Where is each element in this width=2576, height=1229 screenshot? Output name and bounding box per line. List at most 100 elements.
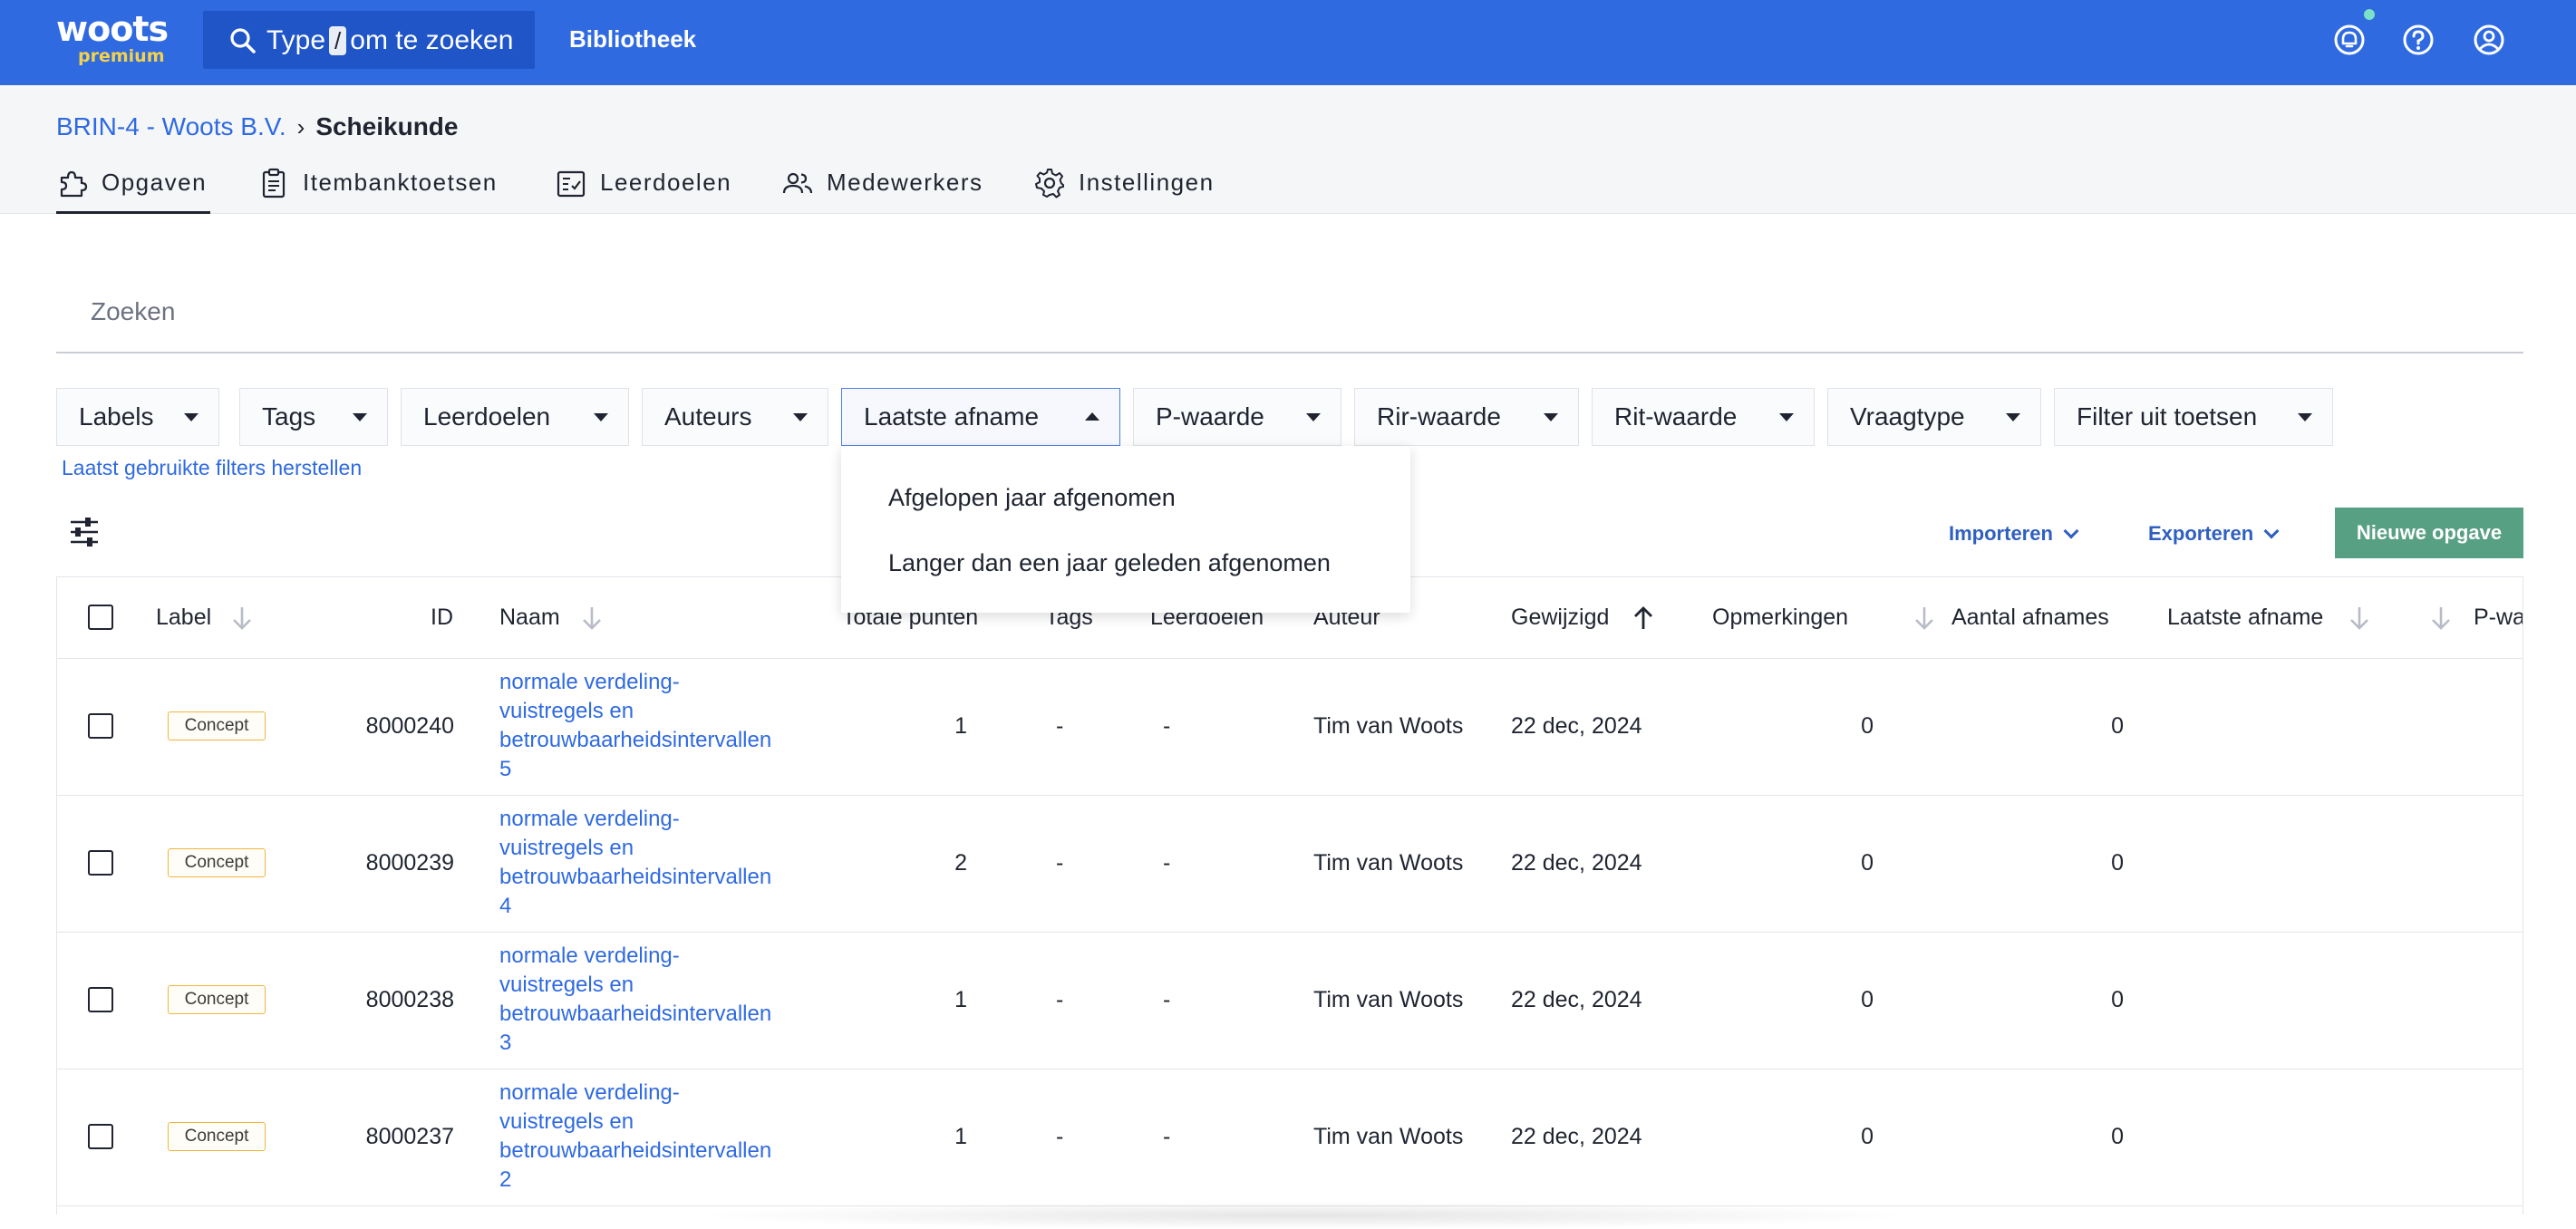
row-name-line: normale verdeling-: [499, 670, 680, 694]
row-name-link[interactable]: normale verdeling- vuistregels en betrou…: [499, 668, 771, 784]
filter-laatste-afname[interactable]: Laatste afname: [841, 388, 1120, 446]
caret-down-icon: [2006, 413, 2020, 421]
row-name-line: normale verdeling-: [499, 807, 680, 831]
column-settings-icon[interactable]: [67, 515, 102, 549]
row-modified: 22 dec, 2024: [1511, 987, 1642, 1012]
row-checkbox[interactable]: [88, 987, 113, 1012]
row-checkbox[interactable]: [88, 713, 113, 739]
filter-rit-waarde[interactable]: Rit-waarde: [1592, 388, 1815, 446]
row-goals: -: [1163, 1124, 1171, 1149]
sort-down-icon[interactable]: [231, 605, 253, 632]
dropdown-option-older-than-year[interactable]: Langer dan een jaar geleden afgenomen: [888, 547, 1331, 578]
row-author: Tim van Woots: [1313, 850, 1464, 876]
row-checkbox[interactable]: [88, 850, 113, 876]
row-name-link[interactable]: normale verdeling- vuistregels en betrou…: [499, 1079, 771, 1195]
row-name-line: 3: [499, 1031, 512, 1055]
filter-tags[interactable]: Tags: [239, 388, 388, 446]
status-badge: Concept: [168, 1122, 266, 1151]
row-name-line: normale verdeling-: [499, 1080, 680, 1105]
checklist-icon: [557, 170, 586, 198]
search-hint: Type / om te zoeken: [266, 25, 513, 56]
caret-down-icon: [1779, 413, 1794, 421]
status-badge: Concept: [168, 711, 266, 740]
row-id: 8000238: [365, 987, 454, 1012]
table-row[interactable]: Concept 8000239 normale verdeling- vuist…: [57, 796, 2523, 933]
logo-subtext: premium: [78, 46, 165, 66]
row-points: 1: [954, 987, 967, 1012]
sort-down-icon[interactable]: [581, 605, 603, 632]
column-header-attempts[interactable]: Aantal afnames: [1951, 603, 2109, 632]
row-id: 8000237: [365, 1124, 454, 1149]
questions-table: Label ID Naam Totale punten Tags Leerdoe…: [56, 576, 2523, 1214]
row-name-link[interactable]: normale verdeling- vuistregels en betrou…: [499, 805, 771, 921]
select-all-checkbox[interactable]: [88, 605, 113, 630]
people-icon: [782, 172, 813, 194]
search-hint-prefix: Type: [266, 25, 326, 55]
tab-label: Instellingen: [1079, 169, 1215, 196]
column-header-name[interactable]: Naam: [499, 603, 560, 632]
row-attempts: 0: [2111, 1124, 2124, 1149]
filter-vraagtype[interactable]: Vraagtype: [1827, 388, 2041, 446]
filter-label: Laatste afname: [864, 402, 1040, 431]
row-name-link[interactable]: normale verdeling- vuistregels en betrou…: [499, 942, 771, 1058]
sort-up-icon[interactable]: [1632, 605, 1654, 632]
tab-label: Opgaven: [102, 169, 208, 196]
account-icon[interactable]: [2467, 18, 2511, 62]
table-row[interactable]: Concept 8000238 normale verdeling- vuist…: [57, 933, 2523, 1069]
sort-down-icon[interactable]: [1913, 605, 1935, 632]
column-header-label[interactable]: Label: [156, 603, 211, 632]
tab-instellingen[interactable]: Instellingen: [1033, 167, 1242, 214]
column-header-remarks[interactable]: Opmerkingen: [1712, 603, 1848, 632]
sort-down-icon[interactable]: [2348, 605, 2370, 632]
tab-opgaven[interactable]: Opgaven: [56, 167, 210, 214]
filter-labels[interactable]: Labels: [56, 388, 219, 446]
help-icon[interactable]: [2397, 18, 2440, 62]
column-header-id[interactable]: ID: [431, 603, 453, 632]
table-row[interactable]: Concept 8000240 normale verdeling- vuist…: [57, 659, 2523, 796]
row-name-line: normale verdeling-: [499, 944, 680, 968]
filter-label: Auteurs: [664, 402, 752, 431]
restore-filters-link[interactable]: Laatst gebruikte filters herstellen: [62, 455, 362, 480]
filter-leerdoelen[interactable]: Leerdoelen: [401, 388, 629, 446]
woots-logo[interactable]: woots premium: [56, 9, 174, 73]
row-attempts: 0: [2111, 987, 2124, 1012]
row-name-line: 2: [499, 1167, 512, 1192]
column-header-modified[interactable]: Gewijzigd: [1511, 603, 1609, 632]
library-link[interactable]: Bibliotheek: [569, 24, 696, 54]
tab-leerdoelen[interactable]: Leerdoelen: [555, 167, 763, 214]
row-name-line: betrouwbaarheidsintervallen: [499, 1002, 772, 1026]
notifications-icon[interactable]: [2328, 18, 2371, 62]
column-header-last-attempt[interactable]: Laatste afname: [2167, 603, 2323, 632]
sort-down-icon[interactable]: [2430, 605, 2452, 632]
table-row[interactable]: Concept 8000237 normale verdeling- vuist…: [57, 1069, 2523, 1206]
row-points: 1: [954, 713, 967, 739]
row-checkbox[interactable]: [88, 1124, 113, 1149]
search-icon: [230, 28, 256, 53]
caret-down-icon: [594, 413, 608, 421]
row-id: 8000240: [365, 713, 454, 739]
filter-label: Leerdoelen: [423, 402, 551, 431]
row-name-line: vuistregels en: [499, 699, 634, 723]
import-button[interactable]: Importeren: [1949, 520, 2079, 547]
tab-label: Leerdoelen: [600, 169, 732, 196]
search-input[interactable]: [91, 292, 1178, 332]
filter-label: Rit-waarde: [1614, 402, 1738, 431]
tab-itembanktoetsen[interactable]: Itembanktoetsen: [257, 167, 529, 214]
filter-p-waarde[interactable]: P-waarde: [1133, 388, 1341, 446]
row-remarks: 0: [1861, 1124, 1874, 1149]
tab-medewerkers[interactable]: Medewerkers: [781, 167, 1008, 214]
row-points: 2: [954, 850, 967, 876]
new-question-button[interactable]: Nieuwe opgave: [2335, 508, 2523, 558]
filter-rir-waarde[interactable]: Rir-waarde: [1354, 388, 1579, 446]
filter-auteurs[interactable]: Auteurs: [642, 388, 828, 446]
export-button[interactable]: Exporteren: [2148, 520, 2280, 547]
breadcrumb-current: Scheikunde: [315, 112, 459, 140]
caret-down-icon: [184, 413, 199, 421]
dropdown-option-last-year[interactable]: Afgelopen jaar afgenomen: [888, 482, 1176, 513]
filter-label: Rir-waarde: [1377, 402, 1501, 431]
breadcrumb-parent[interactable]: BRIN-4 - Woots B.V.: [56, 112, 286, 140]
search-field-container: [56, 272, 2523, 353]
filter-uit-toetsen[interactable]: Filter uit toetsen: [2054, 388, 2333, 446]
column-header-p-value[interactable]: P-wa: [2474, 603, 2523, 632]
global-search[interactable]: Type / om te zoeken: [203, 11, 535, 69]
